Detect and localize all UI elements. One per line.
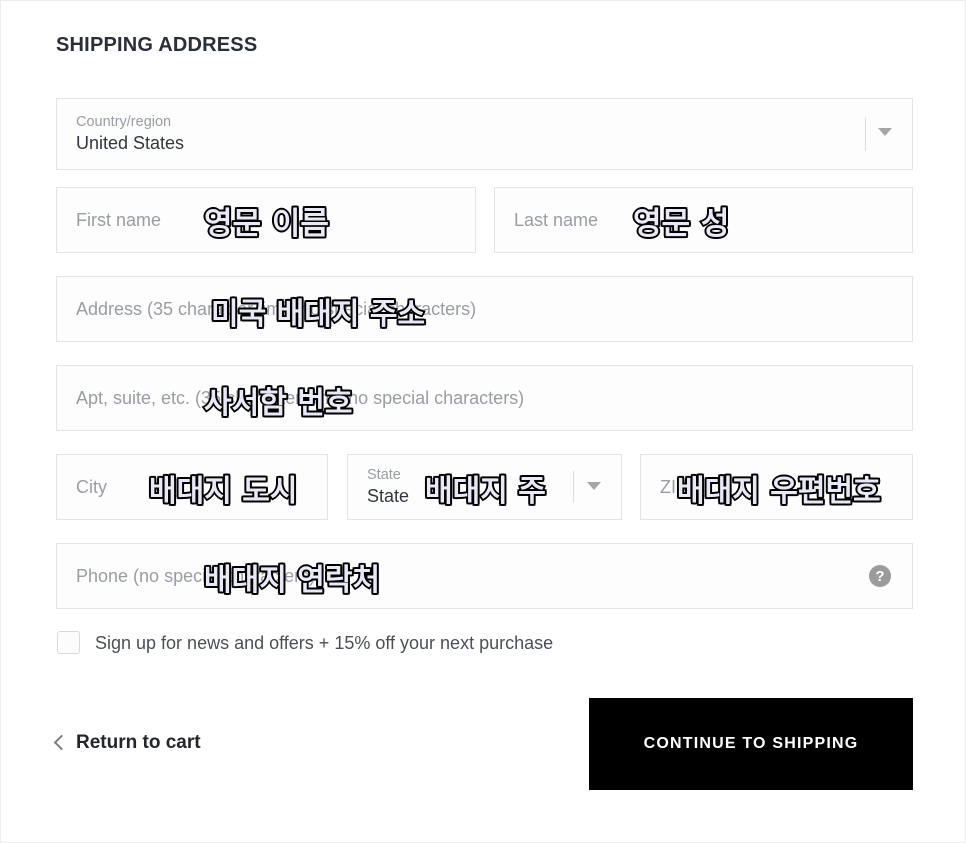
address-line2-placeholder: Apt, suite, etc. (35 character limit, no… (76, 387, 525, 408)
address-line1-placeholder: Address (35 character limit, no special … (76, 298, 477, 319)
address-line1-input[interactable]: Address (35 character limit, no special … (56, 276, 913, 342)
phone-input[interactable]: Phone (no special characters) (56, 543, 913, 609)
return-to-cart-label: Return to cart (76, 732, 201, 753)
phone-placeholder: Phone (no special characters) (76, 565, 316, 586)
newsletter-checkbox[interactable] (57, 631, 80, 654)
state-value: State (367, 486, 410, 507)
state-dropdown-divider (573, 471, 574, 503)
address-line2-input[interactable]: Apt, suite, etc. (35 character limit, no… (56, 365, 913, 431)
country-dropdown-divider (865, 118, 866, 151)
page-title: SHIPPING ADDRESS (56, 34, 258, 56)
last-name-input[interactable]: Last name (494, 187, 913, 253)
chevron-down-icon[interactable] (587, 482, 601, 490)
country-region-select[interactable]: Country/region United States (56, 98, 913, 170)
newsletter-label: Sign up for news and offers + 15% off yo… (95, 633, 554, 653)
state-label: State (367, 466, 401, 483)
zip-placeholder: ZIP (660, 476, 689, 497)
question-mark-circle-icon[interactable]: ? (869, 565, 891, 587)
first-name-placeholder: First name (76, 209, 162, 230)
first-name-input[interactable]: First name (56, 187, 476, 253)
state-select[interactable]: State State (347, 454, 622, 520)
last-name-placeholder: Last name (514, 209, 599, 230)
checkout-shipping-address-page: SHIPPING ADDRESS Country/region United S… (0, 0, 966, 843)
continue-to-shipping-button[interactable]: CONTINUE TO SHIPPING (589, 698, 913, 790)
country-region-value: United States (76, 133, 185, 154)
city-input[interactable]: City (56, 454, 328, 520)
chevron-left-icon (53, 734, 70, 751)
zip-input[interactable]: ZIP (640, 454, 913, 520)
return-to-cart-link[interactable]: Return to cart (53, 732, 201, 754)
city-placeholder: City (76, 476, 107, 497)
chevron-down-icon[interactable] (878, 128, 892, 136)
continue-to-shipping-label: CONTINUE TO SHIPPING (643, 735, 859, 752)
country-region-label: Country/region (76, 113, 172, 130)
